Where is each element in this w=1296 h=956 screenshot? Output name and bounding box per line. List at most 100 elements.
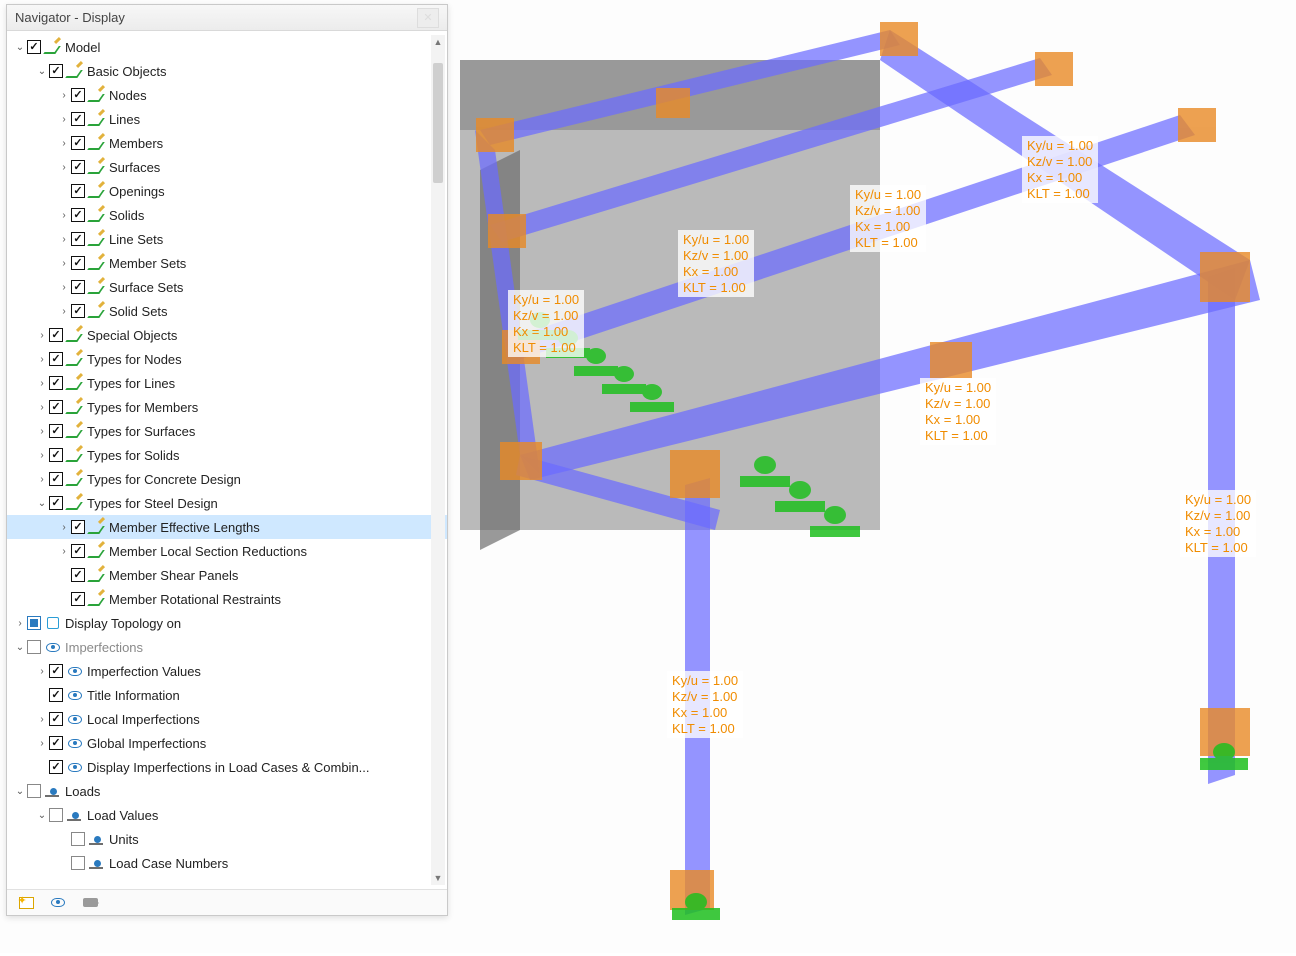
tree-checkbox[interactable] xyxy=(27,640,41,654)
tree-checkbox[interactable] xyxy=(71,160,85,174)
tree-checkbox[interactable] xyxy=(27,40,41,54)
tree-checkbox[interactable] xyxy=(49,64,63,78)
tree-item[interactable]: ›Types for Nodes xyxy=(7,347,447,371)
footer-visibility-button[interactable] xyxy=(47,893,69,913)
tree-item[interactable]: ·Display Imperfections in Load Cases & C… xyxy=(7,755,447,779)
tree-checkbox[interactable] xyxy=(71,88,85,102)
expand-icon[interactable]: › xyxy=(35,666,49,677)
expand-icon[interactable]: › xyxy=(35,354,49,365)
expand-icon[interactable]: › xyxy=(35,402,49,413)
expand-icon[interactable]: › xyxy=(13,618,27,629)
tree-item[interactable]: ·Units xyxy=(7,827,447,851)
tree-item[interactable]: ›Local Imperfections xyxy=(7,707,447,731)
tree-item[interactable]: ›Types for Lines xyxy=(7,371,447,395)
tree-item[interactable]: ›Global Imperfections xyxy=(7,731,447,755)
tree-item[interactable]: ›Special Objects xyxy=(7,323,447,347)
tree-checkbox[interactable] xyxy=(71,232,85,246)
expand-icon[interactable]: › xyxy=(35,714,49,725)
tree-checkbox[interactable] xyxy=(27,616,41,630)
expand-icon[interactable]: › xyxy=(35,450,49,461)
tree-item[interactable]: ›Types for Surfaces xyxy=(7,419,447,443)
tree-item[interactable]: ›Types for Concrete Design xyxy=(7,467,447,491)
tree-item[interactable]: ›Nodes xyxy=(7,83,447,107)
expand-icon[interactable]: › xyxy=(57,522,71,533)
tree-item[interactable]: ·Title Information xyxy=(7,683,447,707)
scene-canvas[interactable]: Ky/u = 1.00Kz/v = 1.00Kx = 1.00KLT = 1.0… xyxy=(460,0,1296,953)
panel-close-button[interactable]: ✕ xyxy=(417,8,439,28)
tree-item[interactable]: ›Line Sets xyxy=(7,227,447,251)
tree-checkbox[interactable] xyxy=(49,808,63,822)
expand-icon[interactable]: › xyxy=(57,90,71,101)
collapse-icon[interactable]: ⌄ xyxy=(35,66,49,77)
collapse-icon[interactable]: ⌄ xyxy=(35,810,49,821)
tree-item[interactable]: ›Member Effective Lengths xyxy=(7,515,447,539)
expand-icon[interactable]: › xyxy=(35,426,49,437)
tree-checkbox[interactable] xyxy=(49,400,63,414)
tree-item[interactable]: ·Member Rotational Restraints xyxy=(7,587,447,611)
expand-icon[interactable]: › xyxy=(57,162,71,173)
tree-item[interactable]: ›Imperfection Values xyxy=(7,659,447,683)
expand-icon[interactable]: › xyxy=(57,234,71,245)
expand-icon[interactable]: › xyxy=(35,330,49,341)
tree-item[interactable]: ⌄Basic Objects xyxy=(7,59,447,83)
tree-item[interactable]: ·Member Shear Panels xyxy=(7,563,447,587)
tree-item[interactable]: ⌄Load Values xyxy=(7,803,447,827)
expand-icon[interactable]: › xyxy=(57,546,71,557)
tree-checkbox[interactable] xyxy=(71,112,85,126)
tree-checkbox[interactable] xyxy=(71,568,85,582)
expand-icon[interactable]: › xyxy=(57,210,71,221)
tree-checkbox[interactable] xyxy=(27,784,41,798)
tree-checkbox[interactable] xyxy=(71,280,85,294)
tree-item[interactable]: ⌄Imperfections xyxy=(7,635,447,659)
tree-checkbox[interactable] xyxy=(49,328,63,342)
tree-checkbox[interactable] xyxy=(71,184,85,198)
collapse-icon[interactable]: ⌄ xyxy=(13,786,27,797)
tree-checkbox[interactable] xyxy=(49,472,63,486)
expand-icon[interactable]: › xyxy=(57,138,71,149)
tree-item[interactable]: ›Types for Solids xyxy=(7,443,447,467)
tree-item[interactable]: ›Display Topology on xyxy=(7,611,447,635)
expand-icon[interactable]: › xyxy=(57,114,71,125)
tree-checkbox[interactable] xyxy=(71,592,85,606)
tree-checkbox[interactable] xyxy=(71,520,85,534)
tree-item[interactable]: ›Lines xyxy=(7,107,447,131)
tree-item[interactable]: ›Solid Sets xyxy=(7,299,447,323)
tree-checkbox[interactable] xyxy=(49,352,63,366)
tree-checkbox[interactable] xyxy=(49,736,63,750)
tree-item[interactable]: ›Surfaces xyxy=(7,155,447,179)
tree-checkbox[interactable] xyxy=(49,712,63,726)
footer-record-button[interactable] xyxy=(79,893,101,913)
expand-icon[interactable]: › xyxy=(35,378,49,389)
expand-icon[interactable]: › xyxy=(57,282,71,293)
tree-item[interactable]: ›Member Sets xyxy=(7,251,447,275)
tree-item[interactable]: ⌄Model xyxy=(7,35,447,59)
tree-checkbox[interactable] xyxy=(49,688,63,702)
tree-item[interactable]: ⌄Loads xyxy=(7,779,447,803)
tree-item[interactable]: ›Solids xyxy=(7,203,447,227)
tree-item[interactable]: ·Openings xyxy=(7,179,447,203)
tree-checkbox[interactable] xyxy=(49,424,63,438)
collapse-icon[interactable]: ⌄ xyxy=(13,642,27,653)
panel-titlebar[interactable]: Navigator - Display ✕ xyxy=(7,5,447,31)
expand-icon[interactable]: › xyxy=(57,306,71,317)
tree-item[interactable]: ›Types for Members xyxy=(7,395,447,419)
collapse-icon[interactable]: ⌄ xyxy=(35,498,49,509)
tree-item[interactable]: ·Load Case Numbers xyxy=(7,851,447,875)
tree-checkbox[interactable] xyxy=(49,760,63,774)
expand-icon[interactable]: › xyxy=(57,258,71,269)
tree-checkbox[interactable] xyxy=(71,856,85,870)
navigator-tree[interactable]: ⌄Model⌄Basic Objects›Nodes›Lines›Members… xyxy=(7,31,447,889)
scroll-thumb[interactable] xyxy=(433,63,443,183)
footer-new-button[interactable] xyxy=(15,893,37,913)
tree-item[interactable]: ›Members xyxy=(7,131,447,155)
expand-icon[interactable]: › xyxy=(35,738,49,749)
tree-scrollbar[interactable]: ▲ ▼ xyxy=(431,35,445,885)
tree-checkbox[interactable] xyxy=(71,544,85,558)
tree-item[interactable]: ›Surface Sets xyxy=(7,275,447,299)
tree-item[interactable]: ›Member Local Section Reductions xyxy=(7,539,447,563)
tree-checkbox[interactable] xyxy=(71,832,85,846)
scroll-up-button[interactable]: ▲ xyxy=(431,35,445,49)
scroll-down-button[interactable]: ▼ xyxy=(431,871,445,885)
collapse-icon[interactable]: ⌄ xyxy=(13,42,27,53)
tree-checkbox[interactable] xyxy=(71,208,85,222)
